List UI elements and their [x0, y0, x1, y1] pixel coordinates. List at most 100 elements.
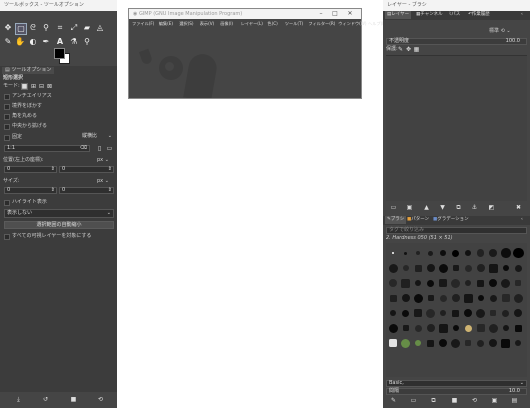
move-tool-icon[interactable]: ✥ — [3, 23, 13, 33]
guides-select[interactable]: 表示しない ⌄ — [4, 209, 114, 218]
clear-icon[interactable]: ⌫ — [80, 146, 87, 151]
brush-thumbnail[interactable] — [428, 250, 434, 256]
reset-options-icon[interactable]: ⟲ — [97, 396, 104, 403]
landscape-icon[interactable]: ▭ — [106, 145, 113, 152]
fixed-mode-select[interactable]: 縦横比 ⌄ — [80, 134, 114, 141]
brush-thumbnail[interactable] — [402, 325, 409, 331]
brush-thumbnail[interactable] — [401, 338, 411, 348]
brush-thumbnail[interactable] — [502, 309, 510, 317]
antialias-checkbox[interactable] — [4, 94, 10, 100]
path-tool-icon[interactable]: ✒ — [41, 37, 51, 47]
brush-as-image-icon[interactable]: ▣ — [491, 397, 498, 404]
brush-thumbnail[interactable] — [389, 339, 398, 347]
paint-tool-icon[interactable]: ✎ — [3, 37, 13, 47]
brush-thumbnail[interactable] — [501, 294, 510, 302]
minimize-icon[interactable]: – — [315, 9, 327, 19]
tag-filter-input[interactable]: タグで絞り込み — [386, 227, 527, 234]
brush-thumbnail[interactable] — [440, 250, 447, 256]
ratio-input[interactable]: 1:1 ⌫ — [4, 145, 90, 152]
brush-thumbnail[interactable] — [402, 309, 410, 317]
brush-thumbnail[interactable] — [488, 263, 498, 273]
brush-thumbnail[interactable] — [438, 263, 448, 273]
brush-thumbnail[interactable] — [401, 294, 410, 302]
tool-options-tab[interactable]: ▤ ツールオプション — [2, 67, 55, 74]
restore-options-icon[interactable]: ↺ — [42, 396, 49, 403]
brush-thumbnail[interactable] — [476, 308, 486, 318]
brush-thumbnail[interactable] — [389, 294, 397, 302]
open-brush-editor-icon[interactable]: ▤ — [511, 397, 518, 404]
menu-item[interactable]: 編集(E) — [159, 20, 173, 28]
reset-mode-icon[interactable]: ⟲ — [501, 28, 505, 34]
brush-thumbnail[interactable] — [389, 279, 398, 287]
highlight-checkbox[interactable] — [4, 200, 10, 206]
size-w-input[interactable]: 0 ⇕ — [4, 187, 57, 194]
lock-position-icon[interactable]: ✥ — [405, 46, 412, 53]
anchor-layer-icon[interactable]: ⚓ — [471, 204, 478, 211]
mask-layer-icon[interactable]: ◩ — [488, 204, 495, 211]
duplicate-layer-icon[interactable]: ⧉ — [455, 204, 462, 211]
menu-item[interactable]: 選択(S) — [179, 20, 193, 28]
menu-item[interactable]: フィルター(R) — [308, 20, 335, 28]
new-group-icon[interactable]: ▣ — [406, 204, 413, 211]
brush-thumbnail[interactable] — [451, 294, 460, 302]
brush-thumbnail[interactable] — [402, 265, 409, 271]
brush-thumbnail[interactable] — [427, 279, 435, 287]
tab-paths[interactable]: ⌇パス — [449, 11, 460, 19]
brush-thumbnail[interactable] — [414, 264, 422, 272]
menu-item[interactable]: ファイル(F) — [132, 20, 154, 28]
color-picker-tool-icon[interactable]: ⚗ — [69, 37, 79, 47]
menu-item[interactable]: 表示(V) — [200, 20, 215, 28]
menu-item[interactable]: レイヤー(L) — [241, 20, 263, 28]
brush-thumbnail[interactable] — [426, 308, 436, 318]
brush-thumbnail[interactable] — [414, 324, 422, 332]
tab-layers[interactable]: ▤レイヤー — [385, 11, 412, 19]
brush-thumbnail[interactable] — [452, 325, 459, 331]
crop-tool-icon[interactable]: ⌗ — [55, 23, 65, 33]
brush-thumbnail[interactable] — [489, 279, 498, 287]
brush-thumbnail[interactable] — [489, 294, 497, 302]
brush-thumbnail[interactable] — [502, 325, 509, 331]
brush-tag-input[interactable]: Basic, ⌄ — [386, 380, 527, 387]
brush-thumbnail[interactable] — [515, 280, 522, 286]
size-h-input[interactable]: 0 ⇕ — [59, 187, 114, 194]
smudge-tool-icon[interactable]: ✋ — [15, 37, 25, 47]
tab-channels[interactable]: ▦チャンネル — [416, 11, 443, 19]
brush-thumbnail[interactable] — [465, 340, 472, 346]
lasso-tool-icon[interactable]: ᘓ — [28, 23, 38, 33]
delete-layer-icon[interactable]: ✖ — [515, 204, 522, 211]
brush-thumbnail[interactable] — [413, 293, 423, 303]
brush-thumbnail[interactable] — [465, 250, 472, 256]
duplicate-brush-icon[interactable]: ⧉ — [430, 397, 437, 404]
brush-thumbnail[interactable] — [515, 340, 522, 346]
brush-thumbnail[interactable] — [512, 247, 524, 259]
brush-thumbnail[interactable] — [392, 252, 395, 254]
brush-thumbnail[interactable] — [415, 280, 422, 286]
transform-tool-icon[interactable]: ⤢ — [69, 23, 79, 33]
rounded-checkbox[interactable] — [4, 114, 10, 120]
brush-thumbnail[interactable] — [452, 265, 459, 271]
text-tool-icon[interactable]: ◬ — [95, 23, 105, 33]
brush-thumbnail[interactable] — [489, 248, 498, 258]
brush-thumbnail[interactable] — [502, 265, 509, 271]
mode-replace-icon[interactable]: ■ — [21, 83, 28, 90]
brush-grid[interactable] — [386, 243, 527, 377]
dock-menu-icon[interactable]: ‹ — [521, 11, 523, 19]
tab-gradients[interactable]: ■グラデーション — [433, 216, 469, 224]
position-unit-select[interactable]: px ⌄ — [97, 157, 109, 164]
brush-thumbnail[interactable] — [477, 249, 485, 257]
tab-patterns[interactable]: ■パターン — [407, 216, 429, 224]
brush-thumbnail[interactable] — [514, 324, 522, 332]
brush-thumbnail[interactable] — [514, 309, 523, 317]
position-y-input[interactable]: 0 ⇕ — [59, 166, 114, 173]
brush-thumbnail[interactable] — [452, 309, 460, 317]
brush-thumbnail[interactable] — [439, 294, 447, 302]
spacing-input[interactable]: 間隔 10.0 — [386, 388, 527, 395]
zoom-tool-icon[interactable]: ⚲ — [82, 37, 92, 47]
brush-thumbnail[interactable] — [404, 251, 408, 255]
brush-thumbnail[interactable] — [416, 251, 421, 255]
menu-item[interactable]: 画像(I) — [220, 20, 233, 28]
brush-thumbnail[interactable] — [477, 295, 484, 301]
brush-thumbnail[interactable] — [427, 295, 434, 301]
dock-menu-icon-2[interactable]: ‹ — [521, 216, 523, 224]
brush-thumbnail[interactable] — [500, 248, 511, 258]
